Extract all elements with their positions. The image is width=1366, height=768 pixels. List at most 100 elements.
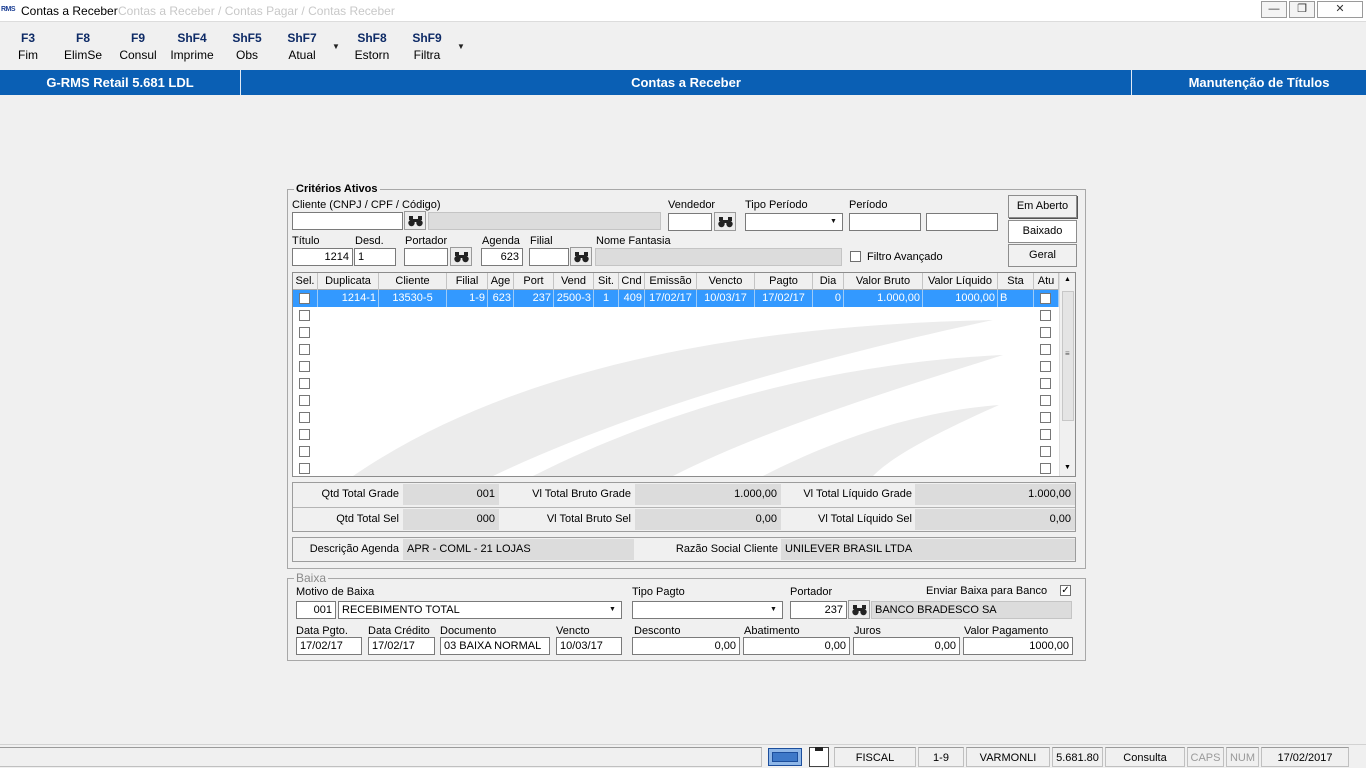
juros-input[interactable]: 0,00 <box>853 637 960 655</box>
col-header-vencto[interactable]: Vencto <box>697 273 755 290</box>
row-atu-checkbox[interactable] <box>1040 293 1051 304</box>
tipo-pagto-select[interactable]: ▼ <box>632 601 783 619</box>
maximize-button[interactable]: ❐ <box>1289 1 1315 18</box>
table-row[interactable] <box>293 443 1059 460</box>
valor-pagamento-input[interactable]: 1000,00 <box>963 637 1073 655</box>
vencto-input[interactable]: 10/03/17 <box>556 637 622 655</box>
col-header-cliente[interactable]: Cliente <box>379 273 447 290</box>
data-pgto-input[interactable]: 17/02/17 <box>296 637 362 655</box>
table-row[interactable] <box>293 392 1059 409</box>
row-select-checkbox[interactable] <box>299 327 310 338</box>
table-row[interactable] <box>293 358 1059 375</box>
scrollbar-thumb[interactable]: ≡ <box>1062 291 1074 421</box>
toolbar-imprime-button[interactable]: ShF4 Imprime <box>164 31 220 62</box>
row-atu-checkbox[interactable] <box>1040 327 1051 338</box>
filial-search-button[interactable] <box>570 247 592 266</box>
scroll-up-icon[interactable]: ▲ <box>1064 276 1071 283</box>
toolbar-more-arrow-icon[interactable]: ▼ <box>332 42 340 51</box>
clipboard-icon[interactable] <box>809 747 829 767</box>
baixa-portador-search-button[interactable] <box>848 600 870 619</box>
toolbar-obs-button[interactable]: ShF5 Obs <box>219 31 275 62</box>
row-sel-cell[interactable] <box>293 290 318 307</box>
row-select-checkbox[interactable] <box>299 446 310 457</box>
col-header-sta[interactable]: Sta <box>998 273 1034 290</box>
portador-input[interactable] <box>404 248 448 266</box>
vendedor-input[interactable] <box>668 213 712 231</box>
table-row[interactable] <box>293 409 1059 426</box>
col-header-valor-liquido[interactable]: Valor Líquido <box>923 273 998 290</box>
data-credito-input[interactable]: 17/02/17 <box>368 637 435 655</box>
periodo-end-input[interactable] <box>926 213 998 231</box>
filtro-avancado-checkbox[interactable] <box>850 251 861 262</box>
scroll-down-icon[interactable]: ▼ <box>1064 464 1071 471</box>
workstation-icon[interactable] <box>768 748 802 766</box>
tipo-periodo-select[interactable]: ▼ <box>745 213 843 231</box>
toolbar-filtra-button[interactable]: ShF9 Filtra <box>399 31 455 62</box>
cliente-search-button[interactable] <box>404 211 426 230</box>
toolbar-atual-button[interactable]: ShF7 Atual <box>274 31 330 62</box>
table-row[interactable] <box>293 375 1059 392</box>
baixa-portador-input[interactable]: 237 <box>790 601 847 619</box>
col-header-emissao[interactable]: Emissão <box>645 273 697 290</box>
enviar-baixa-checkbox[interactable]: ✓ <box>1060 585 1071 596</box>
table-row[interactable] <box>293 460 1059 476</box>
col-header-age[interactable]: Age <box>488 273 514 290</box>
filial-input[interactable] <box>529 248 569 266</box>
row-select-checkbox[interactable] <box>299 463 310 474</box>
row-select-checkbox[interactable] <box>299 429 310 440</box>
em-aberto-button[interactable]: Em Aberto <box>1008 195 1077 218</box>
abatimento-input[interactable]: 0,00 <box>743 637 850 655</box>
row-atu-checkbox[interactable] <box>1040 429 1051 440</box>
baixado-button[interactable]: Baixado <box>1008 220 1077 243</box>
grid-vertical-scrollbar[interactable]: ▲ ≡ ▼ <box>1059 273 1075 476</box>
col-header-cnd[interactable]: Cnd <box>619 273 645 290</box>
col-header-atu[interactable]: Atu <box>1034 273 1059 290</box>
row-atu-checkbox[interactable] <box>1040 412 1051 423</box>
table-row[interactable]: 1214-1 13530-5 1-9 623 237 2500-3 1 409 … <box>293 290 1059 307</box>
row-select-checkbox[interactable] <box>299 310 310 321</box>
row-select-checkbox[interactable] <box>299 395 310 406</box>
row-atu-checkbox[interactable] <box>1040 378 1051 389</box>
row-atu-checkbox[interactable] <box>1040 344 1051 355</box>
toolbar-more-arrow-icon[interactable]: ▼ <box>457 42 465 51</box>
documento-input[interactable]: 03 BAIXA NORMAL <box>440 637 550 655</box>
row-atu-checkbox[interactable] <box>1040 361 1051 372</box>
desd-input[interactable]: 1 <box>354 248 396 266</box>
toolbar-fim-button[interactable]: F3 Fim <box>0 31 56 62</box>
close-button[interactable]: ✕ <box>1317 1 1363 18</box>
desconto-input[interactable]: 0,00 <box>632 637 740 655</box>
toolbar-elimse-button[interactable]: F8 ElimSe <box>55 31 111 62</box>
portador-search-button[interactable] <box>450 247 472 266</box>
row-atu-checkbox[interactable] <box>1040 395 1051 406</box>
row-atu-checkbox[interactable] <box>1040 310 1051 321</box>
row-select-checkbox[interactable] <box>299 412 310 423</box>
row-select-checkbox[interactable] <box>299 293 310 304</box>
col-header-port[interactable]: Port <box>514 273 554 290</box>
table-row[interactable] <box>293 307 1059 324</box>
col-header-sit[interactable]: Sit. <box>594 273 619 290</box>
titulo-input[interactable]: 1214 <box>292 248 353 266</box>
col-header-pagto[interactable]: Pagto <box>755 273 813 290</box>
col-header-valor-bruto[interactable]: Valor Bruto <box>844 273 923 290</box>
toolbar-consul-button[interactable]: F9 Consul <box>110 31 166 62</box>
col-header-dia[interactable]: Dia <box>813 273 844 290</box>
vendedor-search-button[interactable] <box>714 212 736 231</box>
row-select-checkbox[interactable] <box>299 378 310 389</box>
table-row[interactable] <box>293 341 1059 358</box>
table-row[interactable] <box>293 324 1059 341</box>
motivo-baixa-select[interactable]: RECEBIMENTO TOTAL ▼ <box>338 601 622 619</box>
toolbar-estorn-button[interactable]: ShF8 Estorn <box>344 31 400 62</box>
row-select-checkbox[interactable] <box>299 361 310 372</box>
col-header-vend[interactable]: Vend <box>554 273 594 290</box>
row-select-checkbox[interactable] <box>299 344 310 355</box>
col-header-sel[interactable]: Sel. <box>293 273 318 290</box>
motivo-code-input[interactable]: 001 <box>296 601 336 619</box>
table-row[interactable] <box>293 426 1059 443</box>
cliente-input[interactable] <box>292 212 403 230</box>
col-header-filial[interactable]: Filial <box>447 273 488 290</box>
minimize-button[interactable]: — <box>1261 1 1287 18</box>
periodo-start-input[interactable] <box>849 213 921 231</box>
row-atu-checkbox[interactable] <box>1040 446 1051 457</box>
row-atu-cell[interactable] <box>1034 290 1059 307</box>
agenda-input[interactable]: 623 <box>481 248 523 266</box>
